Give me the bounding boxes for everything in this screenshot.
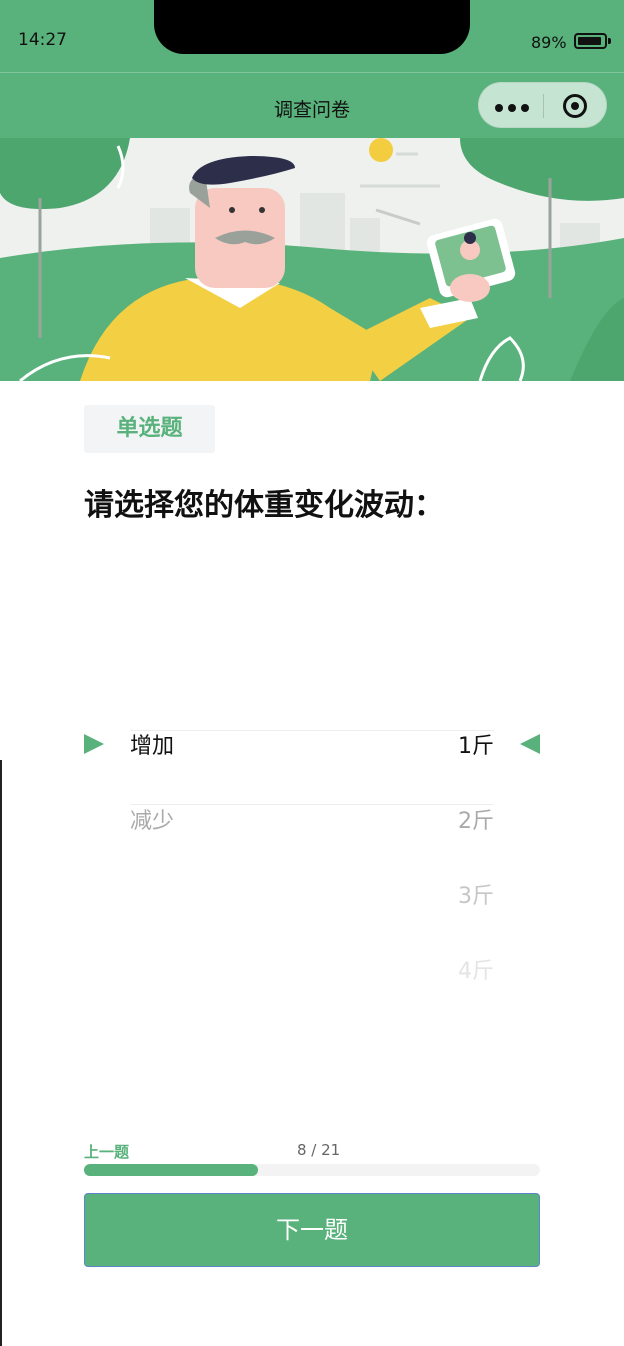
survey-banner-illustration <box>0 138 624 381</box>
target-close-icon[interactable] <box>563 94 587 118</box>
more-dots-icon[interactable] <box>495 104 529 112</box>
nav-bar: 调查问卷 <box>0 72 624 138</box>
picker-indicator-top <box>130 730 494 731</box>
battery-icon <box>574 33 607 49</box>
banner-svg <box>0 138 624 381</box>
picker-option-amount[interactable]: 1斤 <box>458 727 494 767</box>
picker-option-amount[interactable]: 4斤 <box>458 952 494 992</box>
progress-bar <box>84 1164 540 1176</box>
status-time: 14:27 <box>18 30 67 50</box>
capsule-divider <box>543 94 544 118</box>
battery-percent: 89% <box>531 33 567 52</box>
weight-change-picker[interactable]: 增加 减少 1斤 2斤 3斤 4斤 <box>84 700 540 1000</box>
question-text: 请选择您的体重变化波动： <box>84 488 444 523</box>
picker-left-arrow-icon <box>84 734 104 754</box>
prev-question-link[interactable]: 上一题 <box>84 1141 129 1162</box>
battery-cap <box>608 38 611 44</box>
mini-program-capsule <box>478 82 607 128</box>
progress-bar-fill <box>84 1164 258 1176</box>
next-question-button[interactable]: 下一题 <box>84 1193 540 1267</box>
question-counter: 8 / 21 <box>297 1141 341 1159</box>
window-edge <box>0 760 2 1346</box>
device-notch <box>154 0 470 54</box>
picker-option-decrease[interactable]: 减少 <box>130 802 174 842</box>
question-type-tag: 单选题 <box>84 405 215 453</box>
status-bar: 14:27 89% <box>0 0 624 72</box>
picker-right-arrow-icon <box>520 734 540 754</box>
picker-option-increase[interactable]: 增加 <box>130 727 174 767</box>
picker-option-amount[interactable]: 3斤 <box>458 877 494 917</box>
picker-indicator-bottom <box>130 804 494 805</box>
picker-option-amount[interactable]: 2斤 <box>458 802 494 842</box>
